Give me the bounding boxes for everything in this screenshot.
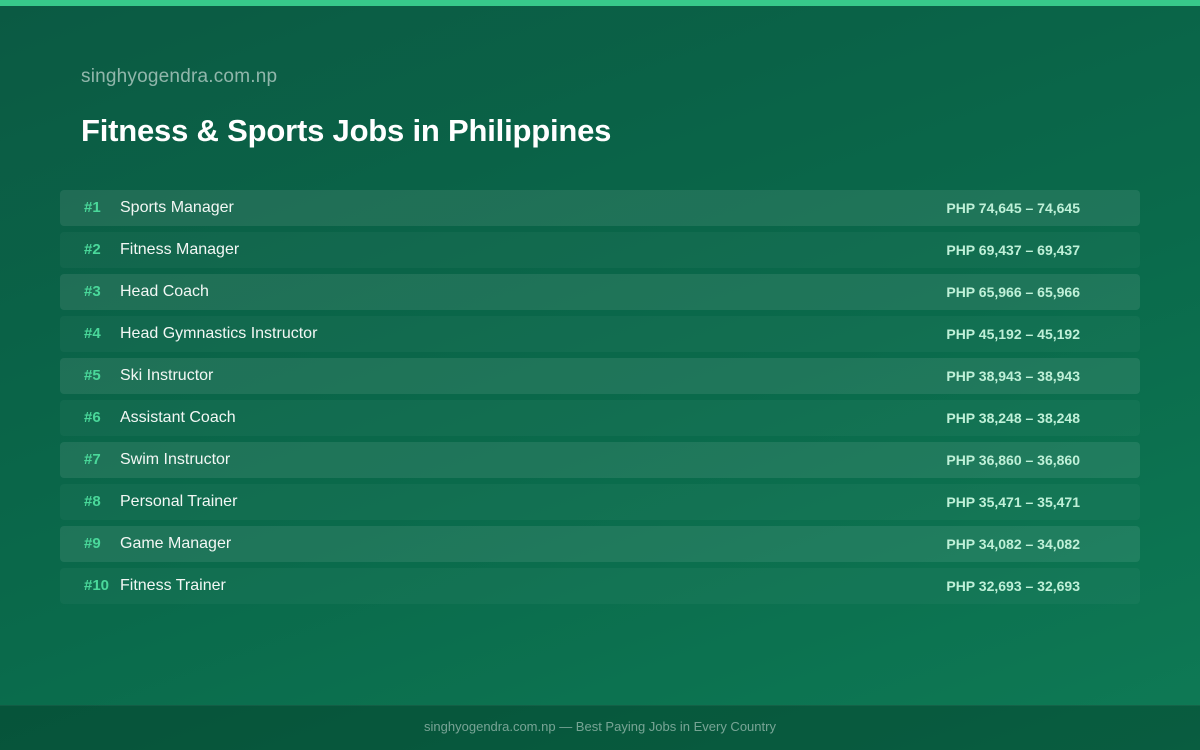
job-title: Sports Manager [120,199,234,216]
job-salary: PHP 38,248 – 38,248 [946,410,1080,426]
job-title: Game Manager [120,535,232,552]
job-salary: PHP 74,645 – 74,645 [946,200,1080,216]
job-row: #3 Head Coach PHP 65,966 – 65,966 [60,274,1140,310]
site-name: singhyogendra.com.np [81,66,278,87]
job-rank: #6 [84,409,101,426]
job-salary: PHP 45,192 – 45,192 [946,326,1080,342]
job-row: #9 Game Manager PHP 34,082 – 34,082 [60,526,1140,562]
job-title: Ski Instructor [120,367,214,384]
page-title: Fitness & Sports Jobs in Philippines [81,113,612,148]
job-row: #8 Personal Trainer PHP 35,471 – 35,471 [60,484,1140,520]
top-accent-bar [0,0,1200,6]
job-row: #2 Fitness Manager PHP 69,437 – 69,437 [60,232,1140,268]
job-rank: #8 [84,493,101,510]
job-salary: PHP 34,082 – 34,082 [946,536,1080,552]
job-salary: PHP 69,437 – 69,437 [946,242,1080,258]
job-salary: PHP 36,860 – 36,860 [946,452,1080,468]
job-row: #7 Swim Instructor PHP 36,860 – 36,860 [60,442,1140,478]
job-title: Swim Instructor [120,451,231,468]
job-rank: #9 [84,535,101,552]
job-row: #1 Sports Manager PHP 74,645 – 74,645 [60,190,1140,226]
job-title: Personal Trainer [120,493,238,510]
job-rank: #2 [84,241,101,258]
footer-text: singhyogendra.com.np — Best Paying Jobs … [424,719,776,734]
job-row: #4 Head Gymnastics Instructor PHP 45,192… [60,316,1140,352]
job-salary: PHP 32,693 – 32,693 [946,578,1080,594]
job-rank: #4 [84,325,101,342]
job-list: #1 Sports Manager PHP 74,645 – 74,645 #2… [60,190,1140,610]
job-salary: PHP 38,943 – 38,943 [946,368,1080,384]
job-row: #5 Ski Instructor PHP 38,943 – 38,943 [60,358,1140,394]
job-title: Head Gymnastics Instructor [120,325,318,342]
job-title: Fitness Trainer [120,577,226,594]
job-row: #10 Fitness Trainer PHP 32,693 – 32,693 [60,568,1140,604]
job-rank: #10 [84,577,110,594]
job-rank: #3 [84,283,101,300]
job-title: Fitness Manager [120,241,240,258]
job-row: #6 Assistant Coach PHP 38,248 – 38,248 [60,400,1140,436]
job-title: Head Coach [120,283,209,300]
job-rank: #7 [84,451,101,468]
footer: singhyogendra.com.np — Best Paying Jobs … [0,705,1200,750]
job-rank: #5 [84,367,101,384]
job-title: Assistant Coach [120,409,236,426]
job-salary: PHP 65,966 – 65,966 [946,284,1080,300]
job-rank: #1 [84,199,101,216]
job-salary: PHP 35,471 – 35,471 [946,494,1080,510]
